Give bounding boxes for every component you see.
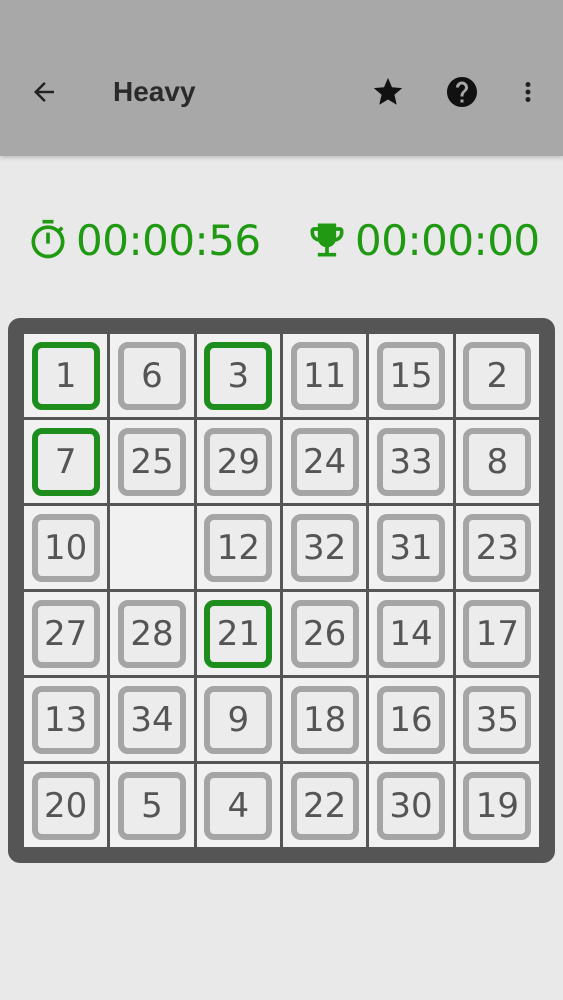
tile[interactable]: 33 bbox=[376, 427, 445, 496]
best-timer: 00:00:00 bbox=[305, 205, 540, 275]
board-cell[interactable]: 6 bbox=[110, 334, 194, 417]
back-button[interactable] bbox=[22, 70, 66, 114]
tile[interactable]: 26 bbox=[290, 599, 359, 668]
board-cell[interactable]: 24 bbox=[283, 420, 367, 503]
board-cell[interactable]: 11 bbox=[283, 334, 367, 417]
star-icon bbox=[373, 77, 403, 105]
tile[interactable]: 18 bbox=[290, 685, 359, 754]
best-time: 00:00:00 bbox=[355, 215, 540, 265]
page-title: Heavy bbox=[113, 76, 196, 107]
board-cell[interactable]: 10 bbox=[24, 506, 108, 589]
star-button[interactable] bbox=[366, 70, 410, 114]
board-cell[interactable]: 16 bbox=[369, 678, 453, 761]
stopwatch-icon bbox=[31, 219, 65, 259]
tile[interactable]: 15 bbox=[376, 341, 445, 410]
board-cell[interactable]: 28 bbox=[110, 592, 194, 675]
empty-cell[interactable] bbox=[110, 506, 194, 589]
tile[interactable]: 32 bbox=[290, 513, 359, 582]
board-cell[interactable]: 9 bbox=[196, 678, 280, 761]
app-bar: Heavy bbox=[0, 0, 563, 156]
board-cell[interactable]: 33 bbox=[369, 420, 453, 503]
board-cell[interactable]: 26 bbox=[283, 592, 367, 675]
board-cell[interactable]: 29 bbox=[196, 420, 280, 503]
timers: 00:00:56 00:00:00 bbox=[0, 205, 563, 275]
help-circle-icon bbox=[447, 77, 477, 107]
tile[interactable]: 29 bbox=[204, 427, 273, 496]
board-cell[interactable]: 23 bbox=[455, 506, 539, 589]
tile[interactable]: 24 bbox=[290, 427, 359, 496]
board-cell[interactable]: 25 bbox=[110, 420, 194, 503]
elapsed-time: 00:00:56 bbox=[76, 215, 261, 265]
tile-placed[interactable]: 3 bbox=[204, 341, 273, 410]
tile[interactable]: 17 bbox=[463, 599, 532, 668]
board-cell[interactable]: 30 bbox=[369, 764, 453, 847]
board-cell[interactable]: 8 bbox=[455, 420, 539, 503]
tile[interactable]: 20 bbox=[31, 771, 100, 840]
board-cell[interactable]: 19 bbox=[455, 764, 539, 847]
board-cell[interactable]: 17 bbox=[455, 592, 539, 675]
tile[interactable]: 11 bbox=[290, 341, 359, 410]
help-button[interactable] bbox=[440, 70, 484, 114]
more-vert-icon bbox=[525, 82, 531, 102]
board-cell[interactable]: 15 bbox=[369, 334, 453, 417]
tile[interactable]: 6 bbox=[117, 341, 186, 410]
tile[interactable]: 28 bbox=[117, 599, 186, 668]
tile[interactable]: 16 bbox=[376, 685, 445, 754]
board-cell[interactable]: 13 bbox=[24, 678, 108, 761]
tile[interactable]: 12 bbox=[204, 513, 273, 582]
board-cell[interactable]: 31 bbox=[369, 506, 453, 589]
trophy-icon bbox=[310, 223, 344, 257]
board-cell[interactable]: 32 bbox=[283, 506, 367, 589]
puzzle-board: 1 6 3 11 15 2 7 25 29 24 33 8 10 12 32 31 23 27 28 21 26 14 17… bbox=[8, 318, 555, 863]
tile[interactable]: 8 bbox=[463, 427, 532, 496]
tile[interactable]: 30 bbox=[376, 771, 445, 840]
board-cell[interactable]: 21 bbox=[196, 592, 280, 675]
tile[interactable]: 27 bbox=[31, 599, 100, 668]
elapsed-timer: 00:00:56 bbox=[26, 205, 261, 275]
board-cell[interactable]: 34 bbox=[110, 678, 194, 761]
tile[interactable]: 23 bbox=[463, 513, 532, 582]
board-cell[interactable]: 35 bbox=[455, 678, 539, 761]
tile-placed[interactable]: 1 bbox=[31, 341, 100, 410]
arrow-left-icon bbox=[34, 82, 54, 102]
tile[interactable]: 31 bbox=[376, 513, 445, 582]
overflow-menu-button[interactable] bbox=[506, 70, 550, 114]
tile[interactable]: 25 bbox=[117, 427, 186, 496]
tile[interactable]: 2 bbox=[463, 341, 532, 410]
tile[interactable]: 5 bbox=[117, 771, 186, 840]
tile[interactable]: 14 bbox=[376, 599, 445, 668]
tile[interactable]: 35 bbox=[463, 685, 532, 754]
tile[interactable]: 19 bbox=[463, 771, 532, 840]
board-cell[interactable]: 1 bbox=[24, 334, 108, 417]
tile[interactable]: 13 bbox=[31, 685, 100, 754]
tile-placed[interactable]: 7 bbox=[31, 427, 100, 496]
board-cell[interactable]: 4 bbox=[196, 764, 280, 847]
tile[interactable]: 10 bbox=[31, 513, 100, 582]
board-cell[interactable]: 27 bbox=[24, 592, 108, 675]
tile[interactable]: 34 bbox=[117, 685, 186, 754]
board-cell[interactable]: 14 bbox=[369, 592, 453, 675]
board-cell[interactable]: 3 bbox=[196, 334, 280, 417]
board-cell[interactable]: 12 bbox=[196, 506, 280, 589]
tile[interactable]: 9 bbox=[204, 685, 273, 754]
board-cell[interactable]: 18 bbox=[283, 678, 367, 761]
tile[interactable]: 22 bbox=[290, 771, 359, 840]
board-cell[interactable]: 20 bbox=[24, 764, 108, 847]
board-cell[interactable]: 2 bbox=[455, 334, 539, 417]
board-cell[interactable]: 22 bbox=[283, 764, 367, 847]
tile[interactable]: 4 bbox=[204, 771, 273, 840]
board-cell[interactable]: 7 bbox=[24, 420, 108, 503]
board-cell[interactable]: 5 bbox=[110, 764, 194, 847]
tile-grid: 1 6 3 11 15 2 7 25 29 24 33 8 10 12 32 31 23 27 28 21 26 14 17… bbox=[24, 334, 539, 847]
tile-placed[interactable]: 21 bbox=[204, 599, 273, 668]
